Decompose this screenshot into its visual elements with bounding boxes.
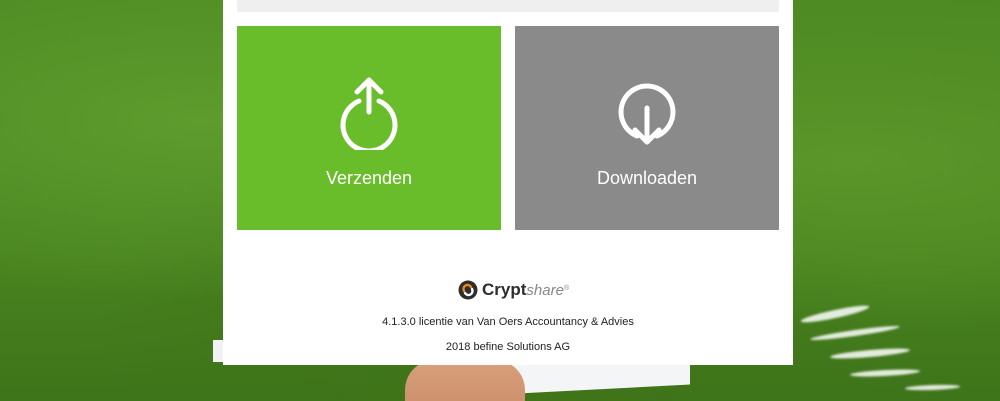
chalk-splash (849, 368, 921, 378)
download-label: Downloaden (596, 168, 698, 188)
chalk-splash (904, 384, 961, 391)
main-card: Verzenden Downloaden Crypt share ® 4.1.3.0… (223, 0, 793, 365)
cryptshare-logo: Crypt share ® (458, 279, 569, 301)
brand-name-strong: Crypt (482, 280, 527, 299)
hand-holding-paper (405, 360, 525, 401)
chalk-splash (810, 323, 900, 343)
top-strip (237, 0, 779, 12)
brand-name-light: share (526, 281, 564, 299)
upload-icon (340, 77, 398, 150)
copyright-text: 2018 befine Solutions AG (445, 341, 571, 353)
registered-mark: ® (563, 284, 570, 292)
send-tile-button[interactable]: Verzenden (237, 26, 501, 230)
license-text: 4.1.3.0 licentie van Van Oers Accountanc… (382, 316, 634, 328)
download-tile-button[interactable]: Downloaden (515, 26, 779, 230)
chalk-splash (829, 346, 911, 361)
chalk-splash (799, 302, 871, 326)
download-icon (618, 83, 676, 145)
send-label: Verzenden (325, 168, 413, 188)
cryptshare-logo-icon (458, 280, 478, 300)
